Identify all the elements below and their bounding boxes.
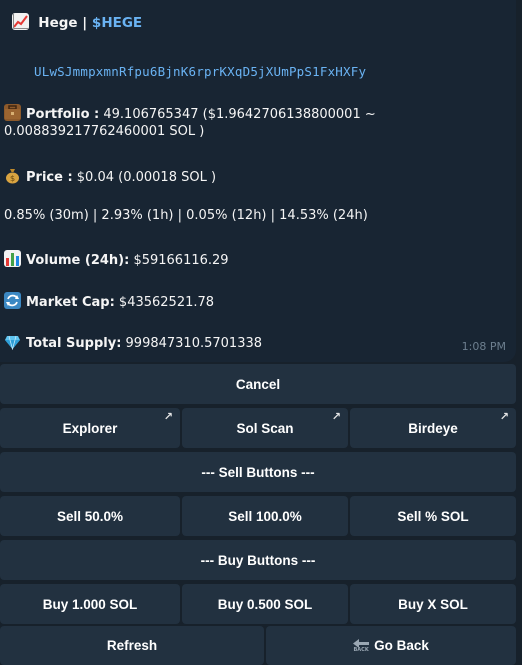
buy-x-sol-label: Buy X SOL <box>398 596 468 612</box>
explorer-label: Explorer <box>62 420 118 436</box>
external-link-icon: ↗ <box>331 411 341 423</box>
supply-label: Total Supply: <box>26 336 122 351</box>
chart-increasing-icon <box>12 13 29 30</box>
message-time: 1:08 PM <box>461 340 506 353</box>
briefcase-icon <box>4 104 21 121</box>
token-name: Hege <box>38 15 78 31</box>
svg-text:$: $ <box>10 174 15 183</box>
sell-header-button[interactable]: --- Sell Buttons --- <box>0 452 516 492</box>
gem-icon <box>4 333 21 350</box>
refresh-label: Refresh <box>106 638 158 653</box>
sell-pct-sol-button[interactable]: Sell % SOL <box>350 496 516 536</box>
cancel-button[interactable]: Cancel <box>0 364 516 404</box>
portfolio-value: 49.106765347 ($1.9642706138800001 ~ <box>99 107 376 122</box>
solscan-label: Sol Scan <box>236 420 294 436</box>
volume-label: Volume (24h): <box>26 253 130 268</box>
birdeye-label: Birdeye <box>408 420 458 436</box>
sell-100-button[interactable]: Sell 100.0% <box>182 496 348 536</box>
buy-x-sol-button[interactable]: Buy X SOL <box>350 584 516 624</box>
marketcap-label: Market Cap: <box>26 295 115 310</box>
go-back-label: Go Back <box>374 638 429 653</box>
buy-1-sol-button[interactable]: Buy 1.000 SOL <box>0 584 180 624</box>
message-title: Hege | $HEGE <box>12 13 142 31</box>
portfolio-line: Portfolio : 49.106765347 ($1.96427061388… <box>4 104 376 122</box>
birdeye-button[interactable]: Birdeye ↗ <box>350 408 516 448</box>
buy-05-sol-button[interactable]: Buy 0.500 SOL <box>182 584 348 624</box>
explorer-button[interactable]: Explorer ↗ <box>0 408 180 448</box>
volume-line: Volume (24h): $59166116.29 <box>4 250 229 268</box>
marketcap-line: Market Cap: $43562521.78 <box>4 292 214 310</box>
portfolio-value-line2: 0.008839217762460001 SOL ) <box>4 124 205 139</box>
external-link-icon: ↗ <box>499 411 509 423</box>
sell-100-label: Sell 100.0% <box>228 508 302 524</box>
portfolio-label: Portfolio : <box>26 107 100 122</box>
go-back-button[interactable]: BACK Go Back <box>266 626 516 665</box>
message-bubble: Hege | $HEGE ULwSJmmpxmnRfpu6BjnK6rprKXq… <box>0 0 516 362</box>
buy-05-sol-label: Buy 0.500 SOL <box>217 596 313 612</box>
external-link-icon: ↗ <box>163 411 173 423</box>
refresh-button[interactable]: Refresh <box>0 626 264 665</box>
price-changes: 0.85% (30m) | 2.93% (1h) | 0.05% (12h) |… <box>4 208 368 223</box>
title-separator: | <box>77 15 92 31</box>
solscan-button[interactable]: Sol Scan ↗ <box>182 408 348 448</box>
money-bag-icon: $ <box>4 167 21 184</box>
volume-value: $59166116.29 <box>129 253 229 268</box>
sell-header-label: --- Sell Buttons --- <box>201 464 315 480</box>
sell-50-button[interactable]: Sell 50.0% <box>0 496 180 536</box>
supply-line: Total Supply: 999847310.5701338 <box>4 333 262 351</box>
price-line: $ Price : $0.04 (0.00018 SOL ) <box>4 167 216 185</box>
token-address[interactable]: ULwSJmmpxmnRfpu6BjnK6rprKXqD5jXUmPpS1FxH… <box>34 64 366 79</box>
cancel-label: Cancel <box>235 376 281 392</box>
sell-50-label: Sell 50.0% <box>56 508 124 524</box>
back-icon-text: BACK <box>353 646 369 653</box>
refresh-arrows-icon <box>4 292 21 309</box>
sell-pct-sol-label: Sell % SOL <box>397 508 469 524</box>
supply-value: 999847310.5701338 <box>121 336 263 351</box>
token-ticker-link[interactable]: $HEGE <box>92 15 142 31</box>
buy-header-button[interactable]: --- Buy Buttons --- <box>0 540 516 580</box>
bar-chart-icon <box>4 250 21 267</box>
price-label: Price : <box>26 170 73 185</box>
price-value: $0.04 (0.00018 SOL ) <box>72 170 217 185</box>
buy-1-sol-label: Buy 1.000 SOL <box>42 596 138 612</box>
back-arrow-icon: BACK <box>353 638 370 653</box>
buy-header-label: --- Buy Buttons --- <box>200 552 316 568</box>
marketcap-value: $43562521.78 <box>114 295 215 310</box>
